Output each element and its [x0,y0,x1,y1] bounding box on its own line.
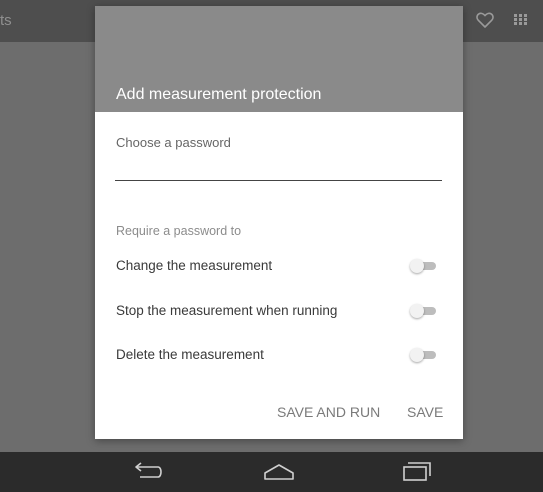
measurement-protection-dialog: Add measurement protection Choose a pass… [95,6,463,439]
option-label: Change the measurement [116,258,273,273]
screen: ts Add measurement protection Choose a p… [0,0,543,492]
app-title: ts [0,12,12,29]
require-password-label: Require a password to [116,224,242,238]
save-button[interactable]: SAVE [407,404,443,420]
dialog-title: Add measurement protection [116,86,322,103]
change-measurement-toggle[interactable] [410,259,438,273]
option-change-measurement: Change the measurement [95,252,463,280]
toggle-thumb [410,304,424,318]
save-and-run-button[interactable]: SAVE AND RUN [277,404,380,420]
recents-icon[interactable] [396,460,432,484]
option-delete-measurement: Delete the measurement [95,341,463,369]
stop-measurement-toggle[interactable] [410,304,438,318]
option-label: Stop the measurement when running [116,303,338,318]
option-label: Delete the measurement [116,347,264,362]
heart-icon[interactable] [476,12,494,28]
toggle-thumb [410,259,424,273]
option-stop-measurement: Stop the measurement when running [95,297,463,325]
grid-icon[interactable] [514,14,527,25]
delete-measurement-toggle[interactable] [410,348,438,362]
password-input[interactable] [115,154,442,181]
password-label: Choose a password [116,135,231,150]
dialog-header: Add measurement protection [95,6,463,112]
home-icon[interactable] [261,460,297,484]
system-nav-bar [0,452,543,492]
toggle-thumb [410,348,424,362]
back-icon[interactable] [130,460,166,484]
